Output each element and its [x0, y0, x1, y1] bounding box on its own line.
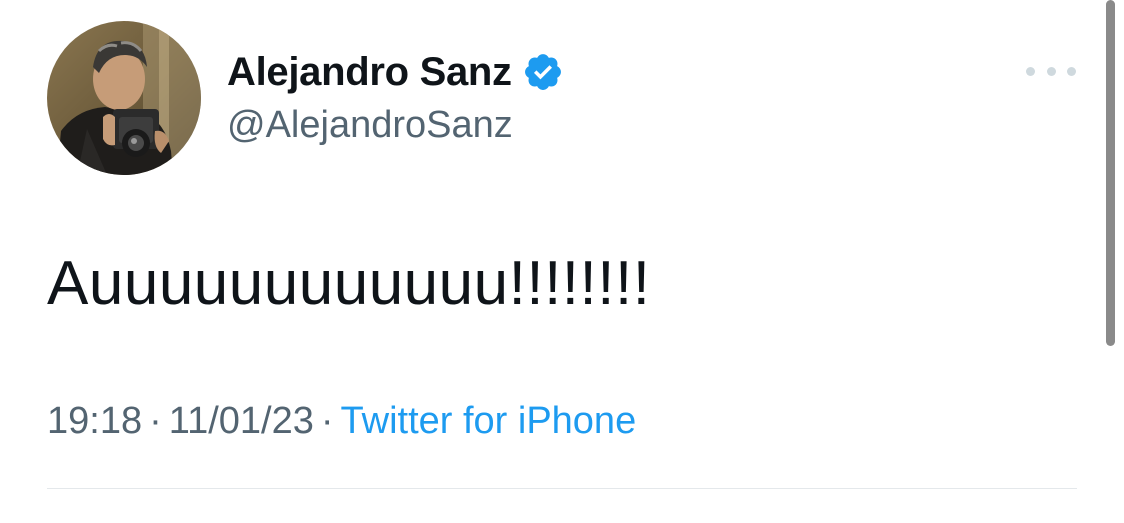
- tweet-time[interactable]: 19:18: [47, 400, 142, 442]
- divider: [47, 488, 1077, 489]
- more-dot-1: [1026, 66, 1035, 76]
- scrollbar[interactable]: [1106, 0, 1115, 346]
- separator: ·: [149, 400, 162, 442]
- tweet-source-link[interactable]: Twitter for iPhone: [341, 400, 637, 442]
- tweet-card: Alejandro Sanz @AlejandroSanz Auuuuuuuuu…: [0, 0, 1124, 523]
- more-options-icon[interactable]: [1026, 56, 1076, 86]
- display-name[interactable]: Alejandro Sanz: [227, 50, 512, 95]
- tweet-date[interactable]: 11/01/23: [169, 400, 314, 442]
- separator: ·: [320, 400, 334, 442]
- avatar-image: [47, 21, 201, 175]
- tweet-metadata: 19:18 · 11/01/23 · Twitter for iPhone: [47, 400, 636, 443]
- author-row: Alejandro Sanz: [227, 48, 564, 96]
- more-dot-2: [1046, 66, 1056, 76]
- more-dot-3: [1067, 66, 1076, 76]
- verified-badge-icon: [524, 54, 561, 90]
- avatar[interactable]: [47, 21, 201, 175]
- author-handle[interactable]: @AlejandroSanz: [227, 104, 513, 147]
- tweet-text: Auuuuuuuuuuuu!!!!!!!!: [47, 249, 651, 318]
